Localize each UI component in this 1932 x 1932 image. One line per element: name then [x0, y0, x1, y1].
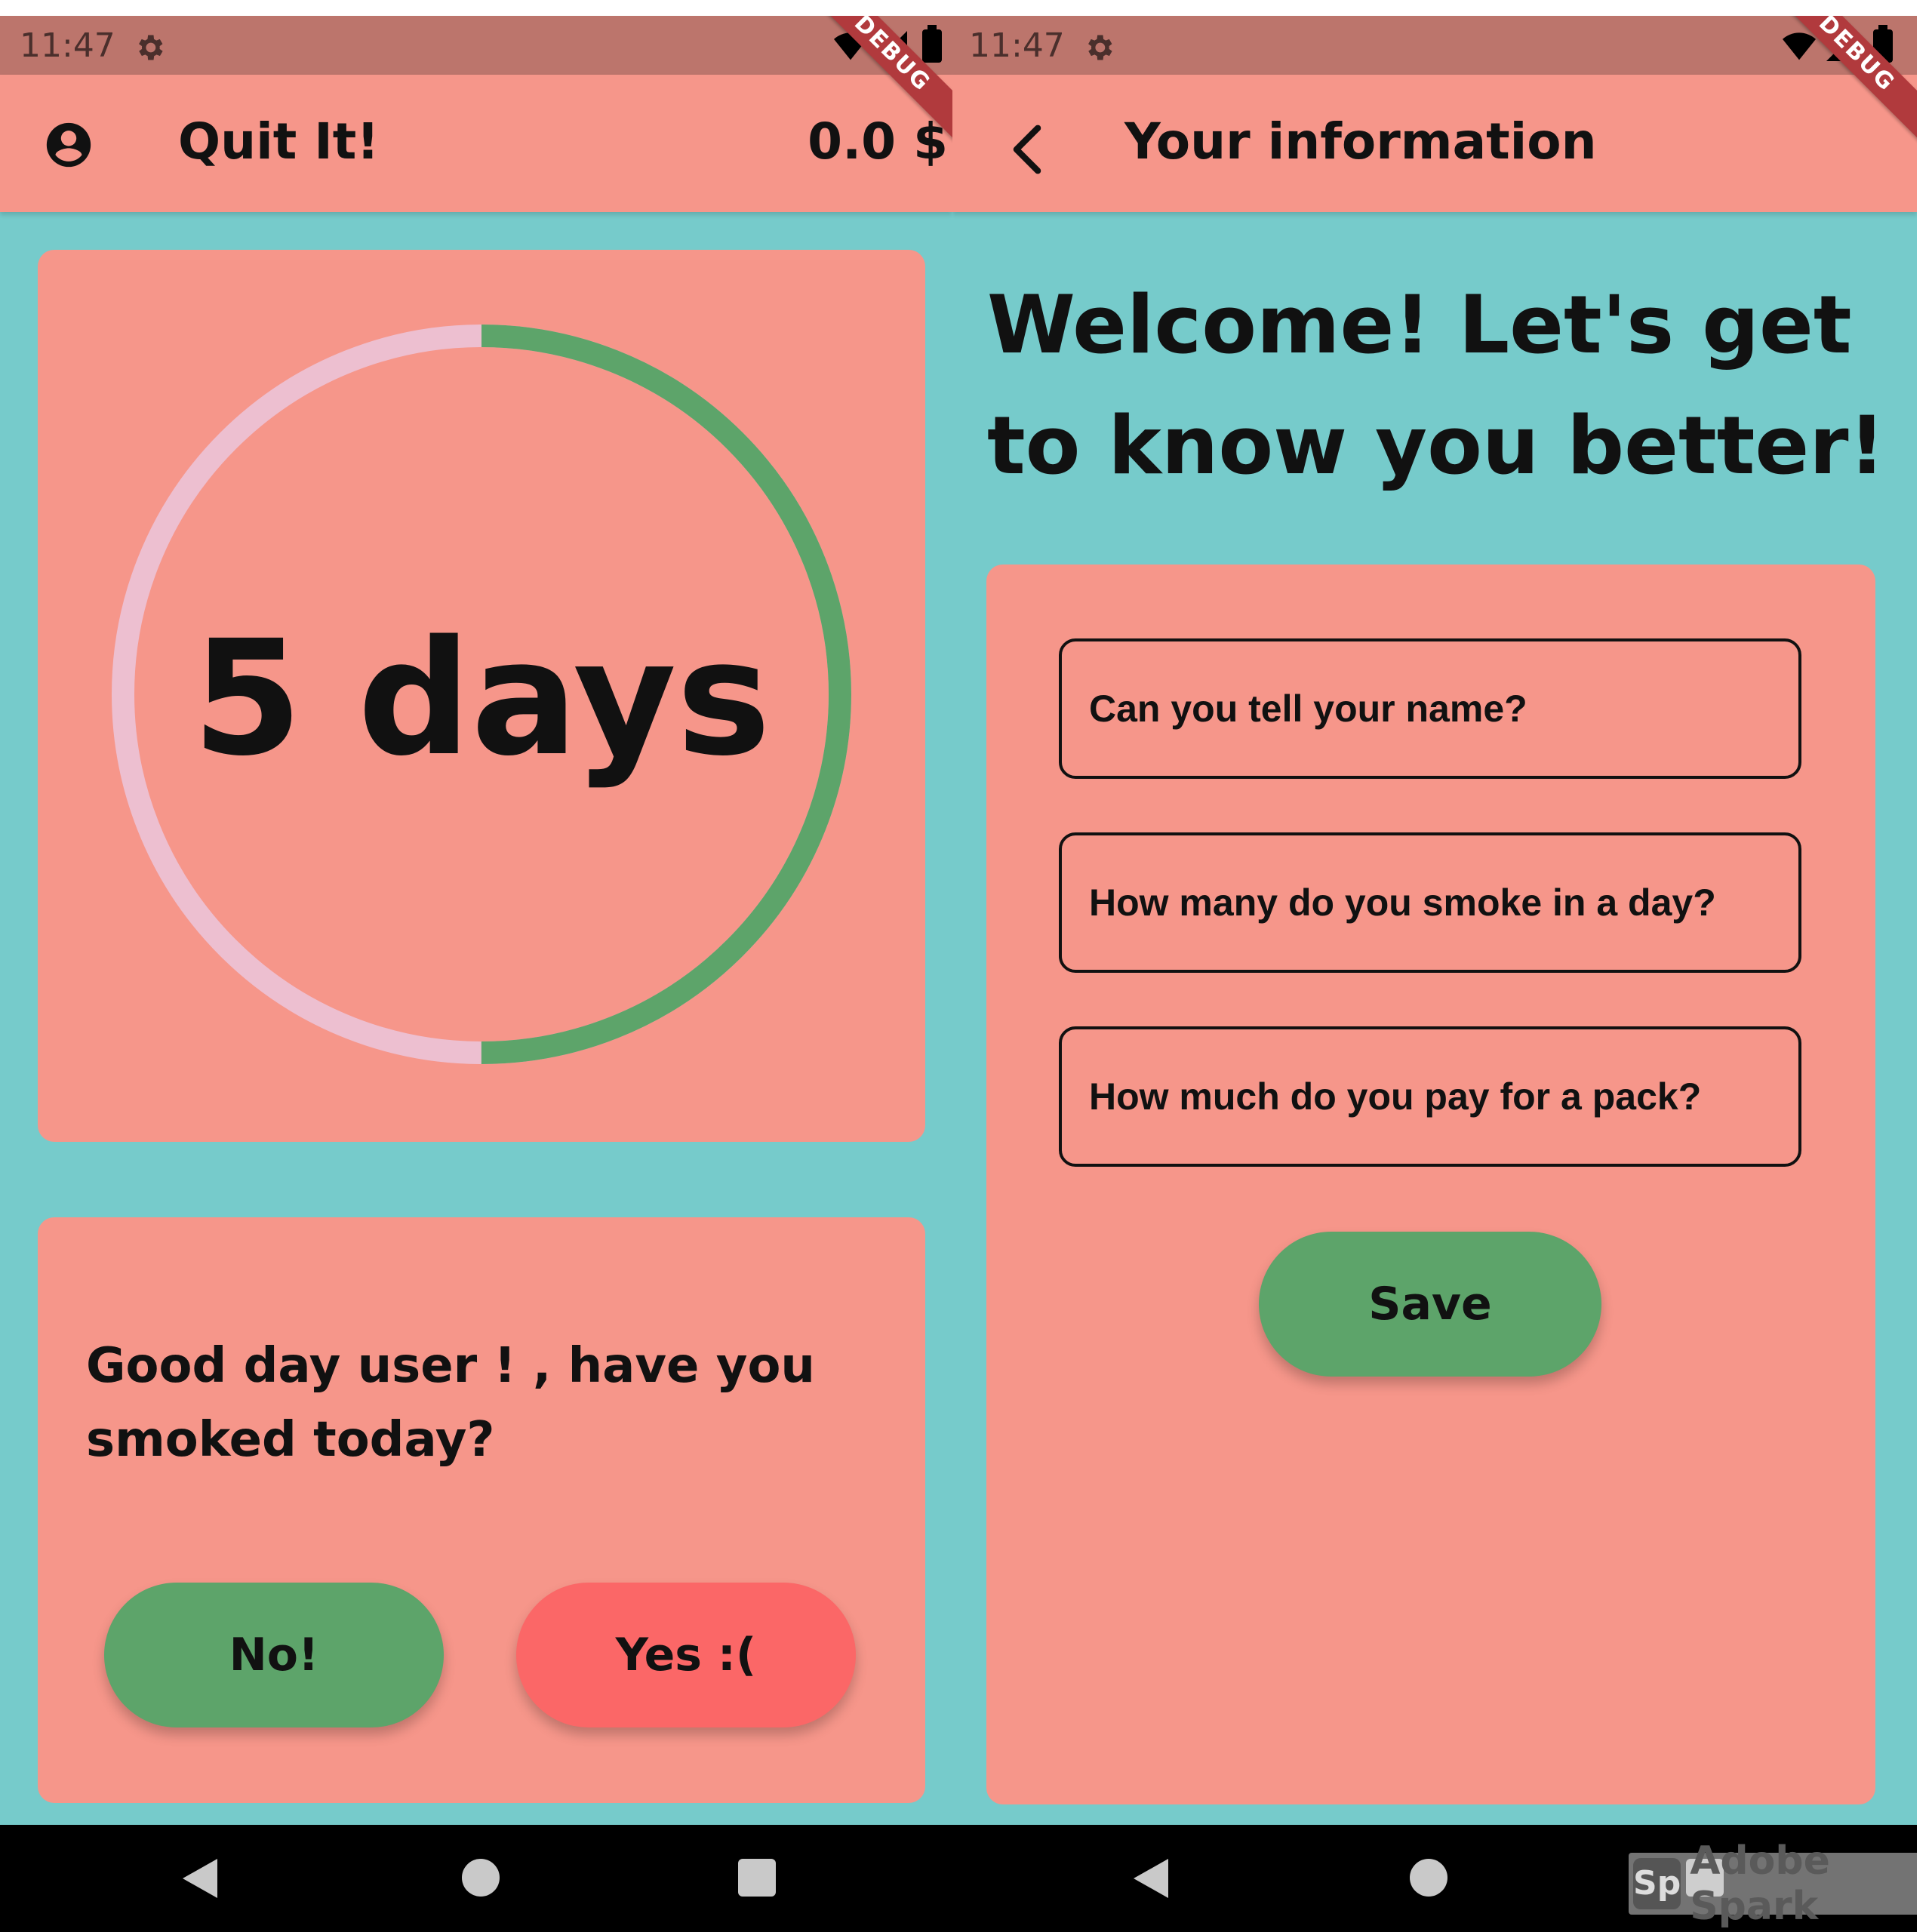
savings-amount: 0.0 $ [808, 112, 948, 171]
nav-home-icon[interactable] [462, 1859, 500, 1897]
back-arrow-icon[interactable] [1005, 125, 1049, 174]
status-time: 11:47 [969, 26, 1065, 65]
settings-icon [1088, 35, 1112, 60]
account-circle-icon[interactable] [42, 118, 95, 171]
name-input[interactable] [1062, 641, 1798, 776]
home-screen: 11:47 Quit It! 0.0 $ DEBUG 5 days Good d… [0, 16, 952, 1932]
watermark: Sp Adobe Spark [1629, 1838, 1932, 1929]
page-title: Your information [1124, 112, 1597, 171]
welcome-heading: Welcome! Let's get to know you better! [987, 278, 1885, 492]
app-bar: Quit It! 0.0 $ [0, 75, 952, 212]
nav-back-icon[interactable] [183, 1859, 217, 1898]
status-bar: 11:47 [952, 16, 1917, 75]
cigarettes-per-day-input[interactable] [1062, 835, 1798, 970]
settings-icon [139, 35, 163, 60]
watermark-badge: Sp [1633, 1858, 1681, 1909]
nav-back-icon[interactable] [1134, 1859, 1168, 1898]
nav-home-icon[interactable] [1410, 1859, 1447, 1897]
watermark-text: Adobe Spark [1690, 1838, 1830, 1929]
page-margin [1917, 16, 1932, 1932]
battery-icon [922, 25, 942, 63]
yes-button[interactable]: Yes :( [516, 1583, 856, 1727]
nav-recent-icon[interactable] [738, 1859, 776, 1897]
app-bar: Your information [952, 75, 1917, 212]
info-screen: 11:47 Your information DEBUG Welcome! Le… [952, 16, 1917, 1932]
cigarettes-per-day-field[interactable] [1059, 832, 1801, 973]
days-counter: 5 days [192, 606, 771, 791]
pack-price-field[interactable] [1059, 1026, 1801, 1167]
question-card: Good day user ! , have you smoked today?… [38, 1217, 925, 1803]
app-title: Quit It! [178, 112, 380, 171]
wifi-icon [1783, 32, 1816, 60]
name-field[interactable] [1059, 638, 1801, 779]
status-time: 11:47 [20, 26, 115, 65]
no-button[interactable]: No! [104, 1583, 444, 1727]
progress-card: 5 days [38, 250, 925, 1142]
system-nav-bar [0, 1825, 952, 1932]
status-bar: 11:47 [0, 16, 952, 75]
smoke-question: Good day user ! , have you smoked today? [86, 1338, 815, 1468]
save-button[interactable]: Save [1259, 1232, 1601, 1377]
pack-price-input[interactable] [1062, 1029, 1798, 1164]
